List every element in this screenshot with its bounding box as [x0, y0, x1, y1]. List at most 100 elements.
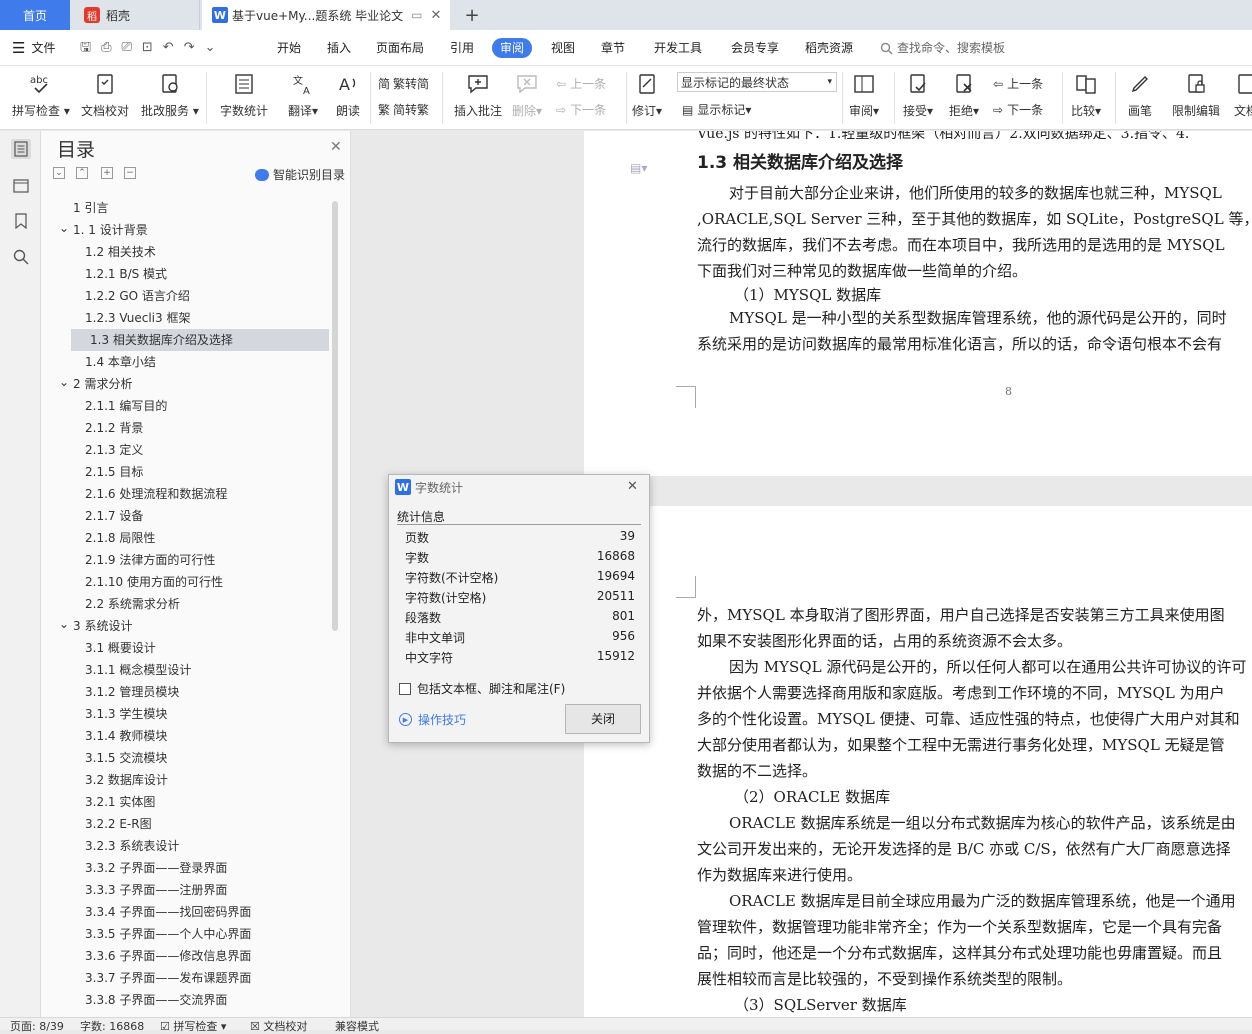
doc-more-button[interactable]: 文档 [1232, 70, 1252, 119]
tab-document[interactable]: W 基于vue+My...题系统 毕业论文 ▭ ✕ [202, 0, 450, 30]
reject-button[interactable]: 拒绝▾ [949, 70, 979, 119]
toc-item[interactable]: 3.1.1 概念模型设计 [85, 659, 191, 681]
toc-item[interactable]: 3.3.4 子界面——找回密码界面 [85, 901, 251, 923]
file-menu[interactable]: ☰ 文件 [12, 38, 55, 58]
new-tab-button[interactable]: + [460, 0, 484, 30]
page-indicator[interactable]: 页面: 8/39 [10, 1018, 64, 1034]
customize-chevron-icon[interactable]: ⌄ [205, 38, 216, 58]
toc-item[interactable]: 1.3 相关数据库介绍及选择 [71, 329, 329, 351]
menu-item-member[interactable]: 会员专享 [731, 38, 779, 58]
print-icon[interactable]: ⎚ [121, 38, 131, 58]
tab-pin-icon[interactable]: ▭ [411, 8, 422, 22]
toc-item[interactable]: ⌄ 1. 1 设计背景 [59, 219, 148, 241]
remove-heading-icon[interactable]: − [124, 167, 136, 179]
trad-to-simp-button[interactable]: 简繁转简 [378, 75, 429, 92]
menu-item-reference[interactable]: 引用 [450, 38, 474, 58]
chevron-down-icon[interactable]: ⌄ [59, 613, 69, 635]
toc-item[interactable]: 3.3.7 子界面——发布课题界面 [85, 967, 251, 989]
toc-item[interactable]: ⌄ 3 系统设计 [59, 615, 132, 637]
spellcheck-button[interactable]: abc 拼写检查 ▾ [12, 70, 70, 119]
accept-button[interactable]: 接受▾ [903, 70, 933, 119]
toc-item[interactable]: 3.2 数据库设计 [85, 769, 168, 791]
track-changes-button[interactable]: 修订▾ [632, 70, 662, 119]
simp-to-trad-button[interactable]: 繁简转繁 [378, 101, 429, 118]
include-textbox-checkbox[interactable]: 包括文本框、脚注和尾注(F) [399, 680, 565, 697]
toc-panel-icon[interactable] [11, 139, 31, 159]
toc-item[interactable]: 3.3.2 子界面——登录界面 [85, 857, 227, 879]
insert-comment-button[interactable]: 插入批注 [454, 70, 502, 119]
read-aloud-button[interactable]: A 朗读 [334, 70, 362, 119]
next-comment-button[interactable]: ⇨ 下一条 [556, 101, 606, 118]
toc-item[interactable]: 3.3.6 子界面——修改信息界面 [85, 945, 251, 967]
toc-item[interactable]: 1 引言 [73, 197, 108, 219]
pen-button[interactable]: 画笔 [1126, 70, 1154, 119]
toc-item[interactable]: 3.1.4 教师模块 [85, 725, 167, 747]
spellcheck-status[interactable]: ☑ 拼写检查 ▾ [160, 1018, 226, 1034]
toc-item[interactable]: 1.2.2 GO 语言介绍 [85, 285, 190, 307]
redo-icon[interactable]: ↷ [184, 38, 195, 58]
doc-proofread-button[interactable]: 文档校对 [81, 70, 129, 119]
toc-item[interactable]: 2.1.1 编写目的 [85, 395, 167, 417]
save-icon[interactable]: 🖫 [80, 38, 91, 58]
toc-item[interactable]: 2.2 系统需求分析 [85, 593, 180, 615]
close-button[interactable]: 关闭 [565, 704, 641, 734]
annotate-service-button[interactable]: 批改服务 ▾ [141, 70, 199, 119]
prev-change-button[interactable]: ⇦ 上一条 [993, 75, 1043, 92]
toc-item[interactable]: 2.1.8 局限性 [85, 527, 155, 549]
toc-item[interactable]: 3.2.1 实体图 [85, 791, 155, 813]
delete-comment-button[interactable]: 删除▾ [512, 70, 542, 119]
markup-state-select[interactable]: 显示标记的最终状态 ▾ [677, 72, 837, 92]
chapter-nav-icon[interactable] [11, 175, 31, 195]
close-icon[interactable]: ✕ [627, 479, 638, 494]
toc-item[interactable]: 1.4 本章小结 [85, 351, 156, 373]
tab-daoke[interactable]: 稻 稻壳 [72, 0, 200, 30]
command-search[interactable]: 查找命令、搜索模板 [880, 38, 1005, 58]
add-heading-icon[interactable]: + [101, 167, 113, 179]
toc-item[interactable]: 2.1.5 目标 [85, 461, 143, 483]
smart-toc-button[interactable]: 智能识别目录 [255, 166, 345, 183]
menu-item-start[interactable]: 开始 [277, 38, 301, 58]
tab-close-icon[interactable]: ✕ [431, 8, 442, 23]
tab-home[interactable]: 首页 [0, 0, 70, 30]
collapse-all-icon[interactable]: ⌄ [53, 167, 65, 179]
chevron-down-icon[interactable]: ⌄ [59, 217, 69, 239]
menu-item-chapter[interactable]: 章节 [601, 38, 625, 58]
next-change-button[interactable]: ⇨ 下一条 [993, 101, 1043, 118]
toc-item[interactable]: 1.2.3 Vuecli3 框架 [85, 307, 190, 329]
toc-item[interactable]: 3.1 概要设计 [85, 637, 156, 659]
toc-item[interactable]: ⌄ 2 需求分析 [59, 373, 132, 395]
toc-item[interactable]: 2.1.10 使用方面的可行性 [85, 571, 223, 593]
close-icon[interactable]: ✕ [330, 139, 342, 155]
toc-item[interactable]: 1.2.1 B/S 模式 [85, 263, 167, 285]
print-preview-icon[interactable]: ⊡ [142, 38, 153, 58]
toc-item[interactable]: 2.1.2 背景 [85, 417, 143, 439]
chevron-down-icon[interactable]: ⌄ [59, 371, 69, 393]
menu-item-view[interactable]: 视图 [551, 38, 575, 58]
toc-item[interactable]: 3.3.5 子界面——个人中心界面 [85, 923, 251, 945]
toc-item[interactable]: 3.1.5 交流模块 [85, 747, 167, 769]
compare-button[interactable]: 比较▾ [1071, 70, 1101, 119]
toc-item[interactable]: 3.2.3 系统表设计 [85, 835, 179, 857]
proof-status[interactable]: ☒ 文档校对 [250, 1018, 307, 1034]
menu-item-layout[interactable]: 页面布局 [376, 38, 424, 58]
toc-item[interactable]: 3.1.2 管理员模块 [85, 681, 179, 703]
toc-item[interactable]: 3.1.3 学生模块 [85, 703, 167, 725]
bookmark-icon[interactable] [11, 211, 31, 231]
toc-item[interactable]: 2.1.3 定义 [85, 439, 143, 461]
menu-item-review[interactable]: 审阅 [492, 38, 533, 58]
paragraph-format-icon[interactable]: ▤▾ [630, 161, 647, 175]
toc-item[interactable]: 3.2.2 E-R图 [85, 813, 152, 835]
menu-item-insert[interactable]: 插入 [327, 38, 351, 58]
toc-scrollbar[interactable] [332, 201, 338, 631]
menu-item-developer[interactable]: 开发工具 [654, 38, 702, 58]
word-count-indicator[interactable]: 字数: 16868 [80, 1018, 144, 1034]
tips-link[interactable]: ▶ 操作技巧 [399, 711, 466, 728]
restrict-edit-button[interactable]: 限制编辑 [1172, 70, 1220, 119]
show-markup-button[interactable]: ▤ 显示标记 ▾ [682, 101, 751, 118]
undo-icon[interactable]: ↶ [163, 38, 174, 58]
toc-item[interactable]: 1.2 相关技术 [85, 241, 156, 263]
toc-item[interactable]: 3.3.8 子界面——交流界面 [85, 989, 227, 1007]
expand-up-icon[interactable]: ⌃ [76, 167, 88, 179]
toc-item[interactable]: 2.1.7 设备 [85, 505, 143, 527]
prev-comment-button[interactable]: ⇦ 上一条 [556, 75, 606, 92]
